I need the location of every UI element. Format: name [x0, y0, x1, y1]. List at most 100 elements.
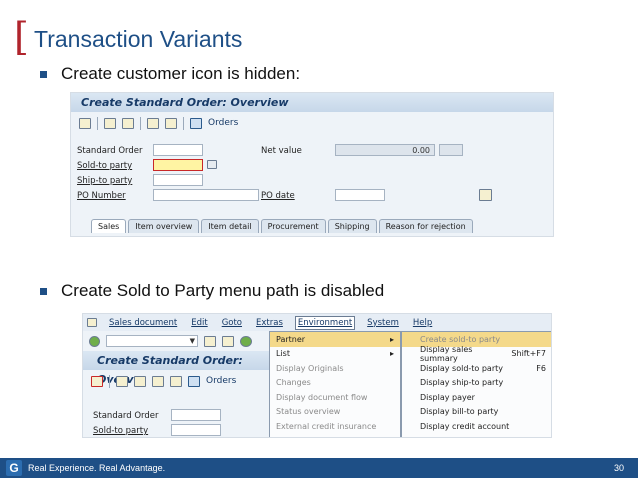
back-icon[interactable]: [204, 335, 216, 347]
header-icon[interactable]: [116, 375, 128, 387]
tab-procurement[interactable]: Procurement: [260, 219, 326, 233]
po-number-input[interactable]: [153, 189, 259, 201]
menu-item-label: Status overview: [276, 407, 341, 417]
menu-item-partner[interactable]: Partner ▸: [270, 332, 400, 347]
submenu-item-display-credit-account[interactable]: Display credit account: [402, 419, 551, 434]
menu-help[interactable]: Help: [411, 317, 434, 329]
submenu-arrow-icon: ▸: [389, 349, 394, 359]
bullet-1: Create customer icon is hidden:: [40, 64, 300, 84]
label-standard-order: Standard Order: [77, 146, 143, 156]
menu-item-label: Partner: [276, 334, 306, 344]
submenu-item-label: Display sales summary: [420, 344, 473, 363]
display-doc-icon[interactable]: [91, 375, 103, 387]
label-po-number: PO Number: [77, 191, 126, 201]
currency-field: [439, 144, 463, 156]
sap-tab-strip: Sales Item overview Item detail Procurem…: [91, 219, 475, 233]
enter-checkmark-icon[interactable]: [89, 335, 100, 347]
menu-item-label: External credit insurance: [276, 421, 377, 431]
orders-button-label[interactable]: Orders: [208, 118, 238, 128]
ship-to-party-input[interactable]: [153, 174, 203, 186]
po-date-input[interactable]: [335, 189, 385, 201]
submenu-item-display-sold-to-party[interactable]: Display sold-to party F6: [402, 361, 551, 376]
menu-item-list[interactable]: List ▸: [270, 347, 400, 362]
environment-dropdown-menu: Partner ▸ List ▸ Display Originals Changes…: [269, 331, 401, 437]
sold-to-party-input[interactable]: [153, 159, 203, 171]
menu-item-label: List: [276, 349, 290, 359]
submenu-item-label: Create sold-to party: [420, 334, 501, 344]
submenu-shortcut: F6: [536, 363, 546, 373]
menu-edit[interactable]: Edit: [189, 317, 209, 329]
tab-item-overview[interactable]: Item overview: [128, 219, 200, 233]
label-sold-to-party: Sold-to party: [77, 161, 133, 171]
submenu-item-label: Display credit account: [420, 421, 510, 431]
orders-grid-icon[interactable]: [188, 375, 200, 387]
person-icon[interactable]: [134, 375, 146, 387]
header-icon[interactable]: [104, 117, 116, 129]
menu-item-external-credit-insurance[interactable]: External credit insurance: [270, 419, 400, 434]
partner-submenu: Create sold-to party Display sales summa…: [401, 331, 551, 437]
menu-item-changes[interactable]: Changes: [270, 376, 400, 391]
sold-to-party-input[interactable]: [171, 424, 221, 436]
menu-item-display-originals[interactable]: Display Originals: [270, 361, 400, 376]
submenu-item-display-sales-summary[interactable]: Display sales summary Shift+F7: [402, 344, 551, 363]
tab-item-detail[interactable]: Item detail: [201, 219, 259, 233]
copy-icon[interactable]: [147, 117, 159, 129]
sap-window-title: Create Standard Order: Overview: [71, 93, 553, 112]
tab-reason-for-rejection[interactable]: Reason for rejection: [378, 219, 473, 233]
toolbar-separator: [183, 116, 184, 130]
chevron-down-icon[interactable]: ▼: [190, 337, 195, 345]
create-customer-icon[interactable]: [479, 189, 492, 201]
copy-icon[interactable]: [152, 375, 164, 387]
menu-extras[interactable]: Extras: [254, 317, 285, 329]
orders-grid-icon[interactable]: [190, 117, 202, 129]
orders-button-label[interactable]: Orders: [206, 376, 236, 386]
submenu-item-display-ship-to-party[interactable]: Display ship-to party: [402, 376, 551, 391]
green-back-icon[interactable]: [240, 335, 252, 347]
sap-screen-create-order: Create Standard Order: Overview Orders S…: [70, 92, 554, 237]
submenu-item-display-bill-to-party[interactable]: Display bill-to party: [402, 405, 551, 420]
title-bracket: [: [14, 15, 29, 59]
toolbar-separator: [140, 116, 141, 130]
menu-exit-icon[interactable]: [87, 318, 97, 327]
company-logo-icon: G: [6, 460, 22, 476]
submenu-item-display-payer[interactable]: Display payer: [402, 390, 551, 405]
menu-environment[interactable]: Environment: [294, 315, 356, 330]
sap2-window-title: Create Standard Order: Overv: [83, 351, 273, 386]
bullet-square-icon: [40, 71, 47, 78]
bullet-2: Create Sold to Party menu path is disabl…: [40, 281, 384, 301]
menu-goto[interactable]: Goto: [220, 317, 244, 329]
menu-system[interactable]: System: [365, 317, 401, 329]
standard-order-input[interactable]: [171, 409, 221, 421]
save-icon[interactable]: [222, 335, 234, 347]
person-icon[interactable]: [122, 117, 134, 129]
display-doc-icon[interactable]: [79, 117, 91, 129]
menu-sales-document[interactable]: Sales document: [107, 317, 179, 329]
menu-item-display-document-flow[interactable]: Display document flow: [270, 390, 400, 405]
sap-application-toolbar: Orders: [71, 112, 553, 134]
label-po-date: PO date: [261, 191, 295, 201]
slide-title: Transaction Variants: [34, 26, 243, 52]
submenu-item-label: Display bill-to party: [420, 407, 499, 417]
tab-shipping[interactable]: Shipping: [327, 219, 377, 233]
menu-item-status-overview[interactable]: Status overview: [270, 405, 400, 420]
toolbar-separator: [97, 116, 98, 130]
footer-tagline: Real Experience. Real Advantage.: [28, 463, 166, 473]
search-help-icon[interactable]: [207, 160, 217, 169]
menu-item-label: Display document flow: [276, 392, 368, 402]
sap-menu-bar: Sales document Edit Goto Extras Environm…: [83, 314, 551, 331]
label-standard-order: Standard Order: [93, 411, 159, 421]
slide-footer: G Real Experience. Real Advantage. 30: [0, 458, 638, 478]
pencil-icon[interactable]: [165, 117, 177, 129]
submenu-shortcut: Shift+F7: [511, 349, 546, 359]
menu-item-label: Changes: [276, 378, 311, 388]
menu-item-label: Display Originals: [276, 363, 344, 373]
bullet-1-text: Create customer icon is hidden:: [61, 64, 301, 83]
standard-order-input[interactable]: [153, 144, 203, 156]
pencil-icon[interactable]: [170, 375, 182, 387]
net-value-field: 0.00: [335, 144, 435, 156]
tab-sales[interactable]: Sales: [91, 219, 127, 233]
page-number: 30: [613, 463, 624, 473]
command-field[interactable]: ▼: [106, 335, 198, 347]
submenu-item-label: Display payer: [420, 392, 475, 402]
submenu-item-label: Display sold-to party: [420, 363, 503, 373]
